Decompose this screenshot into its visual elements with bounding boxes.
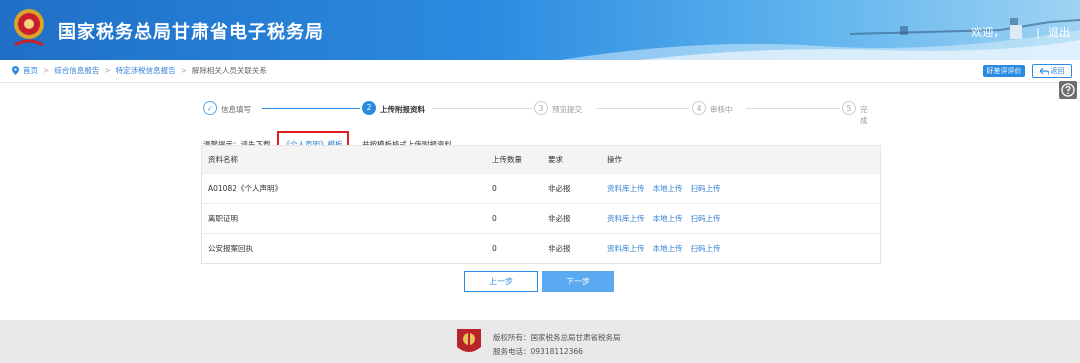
header-count: 上传数量: [492, 155, 522, 164]
step-3-number: 3: [534, 101, 548, 115]
breadcrumb-current: 解除相关人员关联关系: [191, 66, 267, 75]
local-upload-link[interactable]: 本地上传: [653, 244, 683, 253]
table-header-row: 资料名称 上传数量 要求 操作: [202, 146, 880, 174]
step-5-label: 完成: [860, 105, 868, 125]
header-requirement: 要求: [548, 155, 563, 164]
help-button[interactable]: [1059, 81, 1077, 99]
doc-name: 公安报案回执: [208, 244, 253, 253]
row-actions: 资料库上传 本地上传 扫码上传: [607, 243, 880, 254]
scan-upload-link[interactable]: 扫码上传: [691, 244, 721, 253]
table-row: 离职证明 0 非必报 资料库上传 本地上传 扫码上传: [202, 204, 880, 234]
back-label: 返回: [1050, 67, 1065, 75]
breadcrumb-arrow: >: [180, 66, 187, 75]
site-title: 国家税务总局甘肃省电子税务局: [58, 22, 324, 43]
breadcrumb-comprehensive-report[interactable]: 综合信息报告: [54, 65, 99, 76]
breadcrumb-arrow: >: [104, 66, 111, 75]
upload-count: 0: [492, 184, 497, 193]
scan-upload-link[interactable]: 扫码上传: [691, 184, 721, 193]
user-area: 欢迎， | 退出: [971, 24, 1070, 40]
library-upload-link[interactable]: 资料库上传: [607, 214, 645, 223]
scan-upload-link[interactable]: 扫码上传: [691, 214, 721, 223]
location-pin-icon: [12, 66, 19, 75]
username-field[interactable]: [1010, 25, 1023, 39]
step-2-number: 2: [362, 101, 376, 115]
local-upload-link[interactable]: 本地上传: [653, 184, 683, 193]
row-actions: 资料库上传 本地上传 扫码上传: [607, 213, 880, 224]
welcome-text: 欢迎，: [971, 26, 1005, 39]
upload-count: 0: [492, 244, 497, 253]
local-upload-link[interactable]: 本地上传: [653, 214, 683, 223]
question-icon: [1061, 83, 1075, 97]
back-button[interactable]: 返回: [1032, 64, 1072, 78]
tax-emblem-logo: [14, 9, 44, 47]
header-actions: 操作: [607, 155, 622, 164]
step-1-label: 信息填写: [221, 105, 251, 114]
doc-name: A01082《个人声明》: [208, 184, 282, 193]
previous-step-button[interactable]: 上一步: [464, 271, 538, 292]
footer-info: 版权所有：国家税务总局甘肃省税务局 服务电话：09318112366: [493, 331, 621, 359]
evaluate-button[interactable]: 好差评评价: [983, 65, 1025, 77]
library-upload-link[interactable]: 资料库上传: [607, 244, 645, 253]
table-row: A01082《个人声明》 0 非必报 资料库上传 本地上传 扫码上传: [202, 174, 880, 204]
step-5-number: 5: [842, 101, 856, 115]
step-connector: [262, 108, 360, 109]
breadcrumb: 首页 > 综合信息报告 > 特定涉税信息报告 > 解除相关人员关联关系: [12, 65, 267, 76]
step-3-label: 预览提交: [552, 105, 582, 114]
library-upload-link[interactable]: 资料库上传: [607, 184, 645, 193]
logout-link[interactable]: 退出: [1048, 24, 1070, 40]
requirement: 非必报: [548, 214, 571, 223]
header-separator: |: [1036, 25, 1040, 39]
tax-service-logo: [457, 329, 481, 352]
next-step-button[interactable]: 下一步: [542, 271, 614, 292]
footer: 版权所有：国家税务总局甘肃省税务局 服务电话：09318112366: [0, 320, 1080, 363]
breadcrumb-specific-report[interactable]: 特定涉税信息报告: [116, 65, 176, 76]
breadcrumb-bar: 首页 > 综合信息报告 > 特定涉税信息报告 > 解除相关人员关联关系: [0, 60, 1080, 83]
requirement: 非必报: [548, 244, 571, 253]
breadcrumb-arrow: >: [43, 66, 50, 75]
step-4-number: 4: [692, 101, 706, 115]
doc-name: 离职证明: [208, 214, 238, 223]
copyright-text: 版权所有：国家税务总局甘肃省税务局: [493, 333, 621, 342]
upload-count: 0: [492, 214, 497, 223]
row-actions: 资料库上传 本地上传 扫码上传: [607, 183, 880, 194]
attachments-table: 资料名称 上传数量 要求 操作 A01082《个人声明》 0 非必报 资料库上传…: [201, 145, 881, 264]
progress-steps: ✓ 信息填写 2 上传附报资料 3 预览提交 4 审核中 5 完成: [200, 101, 868, 125]
header-banner: 国家税务总局甘肃省电子税务局 欢迎， | 退出: [0, 0, 1080, 60]
table-row: 公安报案回执 0 非必报 资料库上传 本地上传 扫码上传: [202, 234, 880, 263]
breadcrumb-home[interactable]: 首页: [23, 65, 38, 76]
back-arrow-icon: [1039, 67, 1049, 75]
step-1-check-icon: ✓: [203, 101, 217, 115]
step-2-label: 上传附报资料: [380, 105, 425, 114]
service-phone: 服务电话：09318112366: [493, 347, 583, 356]
step-connector: [432, 108, 532, 109]
requirement: 非必报: [548, 184, 571, 193]
step-connector: [746, 108, 840, 109]
header-name: 资料名称: [208, 155, 238, 164]
step-4-label: 审核中: [710, 105, 733, 114]
step-connector: [596, 108, 690, 109]
